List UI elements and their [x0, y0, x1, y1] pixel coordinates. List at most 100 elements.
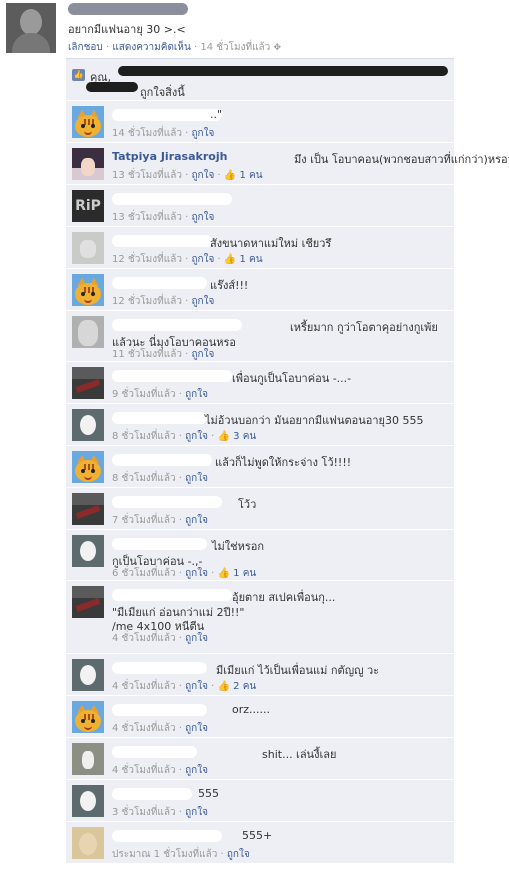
commenter-avatar[interactable] [72, 367, 104, 399]
commenter-name-redacted[interactable] [112, 746, 197, 758]
comment-time[interactable]: 8 ชั่วโมงที่แล้ว [112, 473, 176, 484]
commenter-avatar[interactable] [72, 701, 104, 733]
meta-separator: · [207, 568, 218, 579]
commenter-name[interactable]: Tatpiya Jirasakrojh [112, 150, 227, 163]
comment-row: Tatpiya Jirasakrojh มึง เป็น โอบาคอน(พวกช… [66, 143, 509, 185]
comment-time[interactable]: 4 ชั่วโมงที่แล้ว [112, 633, 176, 644]
comment-text: ไม่ใช่หรอก [212, 540, 265, 553]
redacted-names [86, 82, 138, 92]
comment-like-link[interactable]: ถูกใจ [185, 765, 208, 776]
commenter-name-redacted[interactable] [112, 319, 242, 331]
commenter-avatar[interactable] [72, 586, 104, 618]
commenter-name-redacted[interactable] [112, 662, 207, 674]
comment-like-link[interactable]: ถูกใจ [191, 349, 214, 360]
post-author-name-redacted[interactable] [68, 3, 188, 15]
commenter-name-redacted[interactable] [112, 589, 232, 601]
commenter-avatar[interactable] [72, 316, 104, 348]
comment-like-link[interactable]: ถูกใจ [185, 807, 208, 818]
comment-like-link[interactable]: ถูกใจ [185, 568, 208, 579]
comment-like-count[interactable]: 👍 1 คน [218, 568, 257, 579]
meta-separator: · [175, 568, 186, 579]
commenter-name-redacted[interactable] [112, 277, 207, 289]
commenter-name-redacted[interactable] [112, 412, 207, 424]
comment-time[interactable]: 8 ชั่วโมงที่แล้ว [112, 431, 176, 442]
commenter-avatar[interactable] [72, 535, 104, 567]
commenter-avatar[interactable] [72, 493, 104, 525]
commenter-avatar[interactable] [72, 451, 104, 483]
comment-row: เพื่อนกูเป็นโอบาค่อน -...- 9 ชั่วโมงที่แล… [66, 362, 454, 404]
commenter-name-redacted[interactable] [112, 454, 212, 466]
commenter-name-redacted[interactable] [112, 370, 232, 382]
commenter-name-redacted[interactable] [112, 193, 232, 205]
post-author-avatar[interactable] [6, 3, 56, 53]
comment-link[interactable]: แสดงความคิดเห็น [112, 42, 190, 53]
meta-separator: · [175, 765, 186, 776]
comment-meta: ประมาณ 1 ชั่วโมงที่แล้ว · ถูกใจ [112, 847, 250, 862]
comment-time[interactable]: 12 ชั่วโมงที่แล้ว [112, 296, 182, 307]
commenter-avatar[interactable]: RiP [72, 190, 104, 222]
comment-time[interactable]: ประมาณ 1 ชั่วโมงที่แล้ว [112, 849, 217, 860]
comment-text: สังขนาดหาแม่ใหม่ เชียวรึ [210, 237, 332, 250]
commenter-name-redacted[interactable] [112, 496, 222, 508]
comment-like-link[interactable]: ถูกใจ [185, 473, 208, 484]
audience-icon[interactable]: ✥ [273, 43, 281, 53]
comment-like-link[interactable]: ถูกใจ [185, 515, 208, 526]
comment-time[interactable]: 9 ชั่วโมงที่แล้ว [112, 389, 176, 400]
commenter-name-redacted[interactable] [112, 109, 222, 121]
commenter-avatar[interactable] [72, 409, 104, 441]
commenter-avatar[interactable] [72, 274, 104, 306]
commenter-avatar[interactable] [72, 232, 104, 264]
comment-meta: 4 ชั่วโมงที่แล้ว · ถูกใจ [112, 721, 208, 736]
comment-text: เหรี้ยมาก กูว่าโอตาคุอย่างกูเพ้ย [290, 321, 438, 334]
comment-time[interactable]: 4 ชั่วโมงที่แล้ว [112, 765, 176, 776]
commenter-name-redacted[interactable] [112, 538, 207, 550]
commenter-avatar[interactable] [72, 148, 104, 180]
commenter-name-redacted[interactable] [112, 235, 212, 247]
comment-meta: 8 ชั่วโมงที่แล้ว · ถูกใจ [112, 471, 208, 486]
commenter-avatar[interactable] [72, 106, 104, 138]
comment-time[interactable]: 12 ชั่วโมงที่แล้ว [112, 254, 182, 265]
comment-like-link[interactable]: ถูกใจ [191, 128, 214, 139]
comment-time[interactable]: 4 ชั่วโมงที่แล้ว [112, 723, 176, 734]
comment-time[interactable]: 13 ชั่วโมงที่แล้ว [112, 170, 182, 181]
commenter-avatar[interactable] [72, 827, 104, 859]
meta-separator: · [207, 681, 218, 692]
comment-like-link[interactable]: ถูกใจ [185, 633, 208, 644]
commenter-avatar[interactable] [72, 785, 104, 817]
comment-like-link[interactable]: ถูกใจ [227, 849, 250, 860]
comment-time[interactable]: 13 ชั่วโมงที่แล้ว [112, 212, 182, 223]
comment-like-link[interactable]: ถูกใจ [191, 212, 214, 223]
comment-row: orz...... 4 ชั่วโมงที่แล้ว · ถูกใจ [66, 696, 454, 738]
commenter-avatar[interactable] [72, 659, 104, 691]
unlike-link[interactable]: เลิกชอบ [68, 42, 103, 53]
commenter-name-redacted[interactable] [112, 830, 222, 842]
commenter-name-redacted[interactable] [112, 788, 192, 800]
comment-like-link[interactable]: ถูกใจ [185, 389, 208, 400]
commenter-avatar[interactable] [72, 743, 104, 775]
comment-like-link[interactable]: ถูกใจ [191, 296, 214, 307]
comment-time[interactable]: 11 ชั่วโมงที่แล้ว [112, 349, 182, 360]
comment-time[interactable]: 4 ชั่วโมงที่แล้ว [112, 681, 176, 692]
comment-like-count[interactable]: 👍 1 คน [224, 254, 263, 265]
comment-like-link[interactable]: ถูกใจ [185, 681, 208, 692]
comment-like-link[interactable]: ถูกใจ [185, 723, 208, 734]
comment-like-count[interactable]: 👍 2 คน [218, 681, 257, 692]
comment-time[interactable]: 14 ชั่วโมงที่แล้ว [112, 128, 182, 139]
meta-separator: · [175, 431, 186, 442]
comment-row: โว้ว 7 ชั่วโมงที่แล้ว · ถูกใจ [66, 488, 454, 530]
comment-meta: 7 ชั่วโมงที่แล้ว · ถูกใจ [112, 513, 208, 528]
comment-like-link[interactable]: ถูกใจ [185, 431, 208, 442]
comment-time[interactable]: 7 ชั่วโมงที่แล้ว [112, 515, 176, 526]
comment-row: 555+ ประมาณ 1 ชั่วโมงที่แล้ว · ถูกใจ [66, 822, 454, 864]
comment-row: เหรี้ยมาก กูว่าโอตาคุอย่างกูเพ้ย แล้วนะ น… [66, 311, 454, 362]
post-time[interactable]: 14 ชั่วโมงที่แล้ว [200, 42, 270, 53]
comment-text: ไม่อ้วนบอกว่า มันอยากมีแฟนตอนอายุ30 555 [205, 414, 424, 427]
comment-time[interactable]: 3 ชั่วโมงที่แล้ว [112, 807, 176, 818]
comment-time[interactable]: 6 ชั่วโมงที่แล้ว [112, 568, 176, 579]
comment-like-count[interactable]: 👍 3 คน [218, 431, 257, 442]
comment-like-count[interactable]: 👍 1 คน [224, 170, 263, 181]
comment-like-link[interactable]: ถูกใจ [191, 170, 214, 181]
commenter-name-redacted[interactable] [112, 704, 207, 716]
comment-like-link[interactable]: ถูกใจ [191, 254, 214, 265]
meta-separator: · [175, 389, 186, 400]
